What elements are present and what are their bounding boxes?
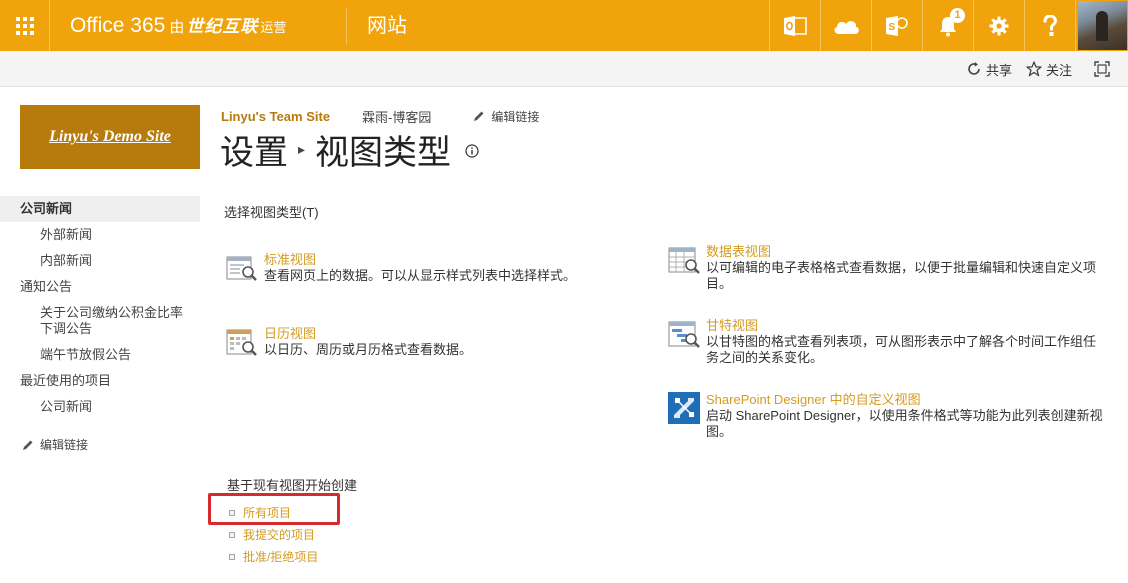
settings-button[interactable] xyxy=(973,0,1024,51)
site-logo[interactable]: Linyu's Demo Site xyxy=(20,105,200,169)
list-item[interactable]: 我提交的项目 xyxy=(227,524,318,546)
svg-text:S: S xyxy=(889,22,896,33)
calendar-view-icon xyxy=(226,329,257,356)
nav-item-external-news[interactable]: 外部新闻 xyxy=(0,222,200,248)
waffle-icon xyxy=(16,17,34,35)
bullet-icon xyxy=(229,554,235,560)
notifications-button[interactable]: 1 xyxy=(922,0,973,51)
share-button[interactable]: 共享 xyxy=(966,60,1012,79)
view-type-description: 以可编辑的电子表格格式查看数据，以便于批量编辑和快速自定义项目。 xyxy=(706,260,1097,291)
nav-item-recent[interactable]: 最近使用的项目 xyxy=(0,368,200,394)
suite-bar: Office 365 由世纪互联 运营 网站 S 1 xyxy=(0,0,1128,51)
list-item[interactable]: 批准/拒绝项目 xyxy=(227,546,318,568)
star-icon xyxy=(1026,61,1042,77)
view-type-description: 启动 SharePoint Designer，以使用条件格式等功能为此列表创建新… xyxy=(706,408,1103,439)
avatar xyxy=(1077,1,1127,50)
outlook-button[interactable] xyxy=(769,0,820,51)
standard-view-icon xyxy=(226,256,257,281)
page-title: 设置 ▸ 视图类型 xyxy=(220,128,479,172)
sharepoint-icon: S xyxy=(886,15,908,36)
brand-operated: 运营 xyxy=(260,20,287,35)
sharepoint-designer-icon xyxy=(668,392,700,424)
quick-launch-nav: 公司新闻 外部新闻 内部新闻 通知公告 关于公司缴纳公积金比率下调公告 端午节放… xyxy=(0,196,200,420)
view-type-title[interactable]: 数据表视图 xyxy=(706,244,1108,260)
highlight-annotation-box xyxy=(208,493,340,525)
view-type-description: 以日历、周历或月历格式查看数据。 xyxy=(264,342,473,357)
existing-view-label: 基于现有视图开始创建 xyxy=(227,478,358,493)
brand-logo[interactable]: Office 365 由世纪互联 运营 xyxy=(70,12,286,40)
nav-edit-links-button[interactable]: 编辑链接 xyxy=(22,436,88,453)
page-title-settings-link[interactable]: 设置 xyxy=(220,125,288,174)
focus-icon xyxy=(1094,61,1110,77)
gantt-view-icon xyxy=(668,321,700,348)
view-type-title[interactable]: SharePoint Designer 中的自定义视图 xyxy=(706,392,1108,408)
sharepoint-button[interactable]: S xyxy=(871,0,922,51)
nav-item-dragon-boat-holiday[interactable]: 端午节放假公告 xyxy=(0,342,200,368)
pencil-icon xyxy=(23,440,33,450)
sync-icon xyxy=(968,62,980,75)
top-edit-links-label: 编辑链接 xyxy=(491,109,540,124)
breadcrumb-site-link[interactable]: Linyu's Team Site xyxy=(221,109,330,124)
pencil-icon xyxy=(474,111,484,121)
nav-item-announcements[interactable]: 通知公告 xyxy=(0,274,200,300)
existing-view-link[interactable]: 批准/拒绝项目 xyxy=(243,546,318,568)
help-button[interactable] xyxy=(1024,0,1075,51)
brand-by: 由 xyxy=(169,19,185,36)
top-edit-links-button[interactable]: 编辑链接 xyxy=(473,108,539,125)
view-type-description: 查看网页上的数据。可以从显示样式列表中选择样式。 xyxy=(264,268,577,283)
existing-view-link[interactable]: 我提交的项目 xyxy=(243,524,315,546)
app-launcher-button[interactable] xyxy=(0,0,50,51)
view-type-description: 以甘特图的格式查看列表项，可从图形表示中了解各个时间工作组任务之间的关系变化。 xyxy=(706,334,1097,365)
gear-icon xyxy=(989,16,1009,35)
view-type-title[interactable]: 标准视图 xyxy=(264,252,576,268)
view-type-title[interactable]: 甘特视图 xyxy=(706,318,1108,334)
breadcrumb-blog-link[interactable]: 霖雨-博客园 xyxy=(362,107,431,126)
info-icon[interactable] xyxy=(465,144,479,158)
view-type-sharepoint-designer[interactable]: SharePoint Designer 中的自定义视图 启动 SharePoin… xyxy=(668,392,1108,440)
title-separator-icon: ▸ xyxy=(298,140,306,157)
view-type-gantt[interactable]: 甘特视图 以甘特图的格式查看列表项，可从图形表示中了解各个时间工作组任务之间的关… xyxy=(668,318,1108,366)
page-title-current: 视图类型 xyxy=(315,133,452,172)
brand-partner: 世纪互联 xyxy=(186,17,259,36)
nav-item-housing-fund-notice[interactable]: 关于公司缴纳公积金比率下调公告 xyxy=(0,300,190,342)
outlook-icon xyxy=(784,15,807,36)
onedrive-button[interactable] xyxy=(820,0,871,51)
follow-label: 关注 xyxy=(1045,62,1072,78)
choose-view-type-label: 选择视图类型(T) xyxy=(224,205,319,220)
share-label: 共享 xyxy=(985,62,1012,78)
breadcrumb: Linyu's Team Site 霖雨-博客园 编辑链接 xyxy=(221,107,539,125)
cloud-icon xyxy=(834,20,859,34)
notification-count-badge: 1 xyxy=(950,8,965,23)
follow-button[interactable]: 关注 xyxy=(1026,60,1072,79)
brand-name: Office 365 xyxy=(70,14,166,37)
view-type-title[interactable]: 日历视图 xyxy=(264,326,472,342)
user-profile-button[interactable] xyxy=(1075,0,1128,51)
page-actions: 共享 关注 xyxy=(952,51,1114,87)
view-type-calendar[interactable]: 日历视图 以日历、周历或月历格式查看数据。 xyxy=(226,326,646,358)
datasheet-view-icon xyxy=(668,247,700,274)
app-name-link[interactable]: 网站 xyxy=(367,12,407,40)
nav-edit-links-label: 编辑链接 xyxy=(40,438,89,452)
view-type-datasheet[interactable]: 数据表视图 以可编辑的电子表格格式查看数据，以便于批量编辑和快速自定义项目。 xyxy=(668,244,1108,292)
suite-bar-divider xyxy=(346,8,347,44)
suite-bar-icons: S 1 xyxy=(769,0,1128,51)
nav-item-recent-company-news[interactable]: 公司新闻 xyxy=(0,394,200,420)
question-mark-icon xyxy=(1043,14,1057,36)
nav-item-internal-news[interactable]: 内部新闻 xyxy=(0,248,200,274)
bullet-icon xyxy=(229,532,235,538)
nav-item-company-news[interactable]: 公司新闻 xyxy=(0,196,200,222)
view-type-standard[interactable]: 标准视图 查看网页上的数据。可以从显示样式列表中选择样式。 xyxy=(226,252,646,284)
ribbon-bar: 共享 关注 xyxy=(0,51,1128,87)
site-logo-text: Linyu's Demo Site xyxy=(49,128,171,145)
focus-content-button[interactable] xyxy=(1094,61,1114,77)
